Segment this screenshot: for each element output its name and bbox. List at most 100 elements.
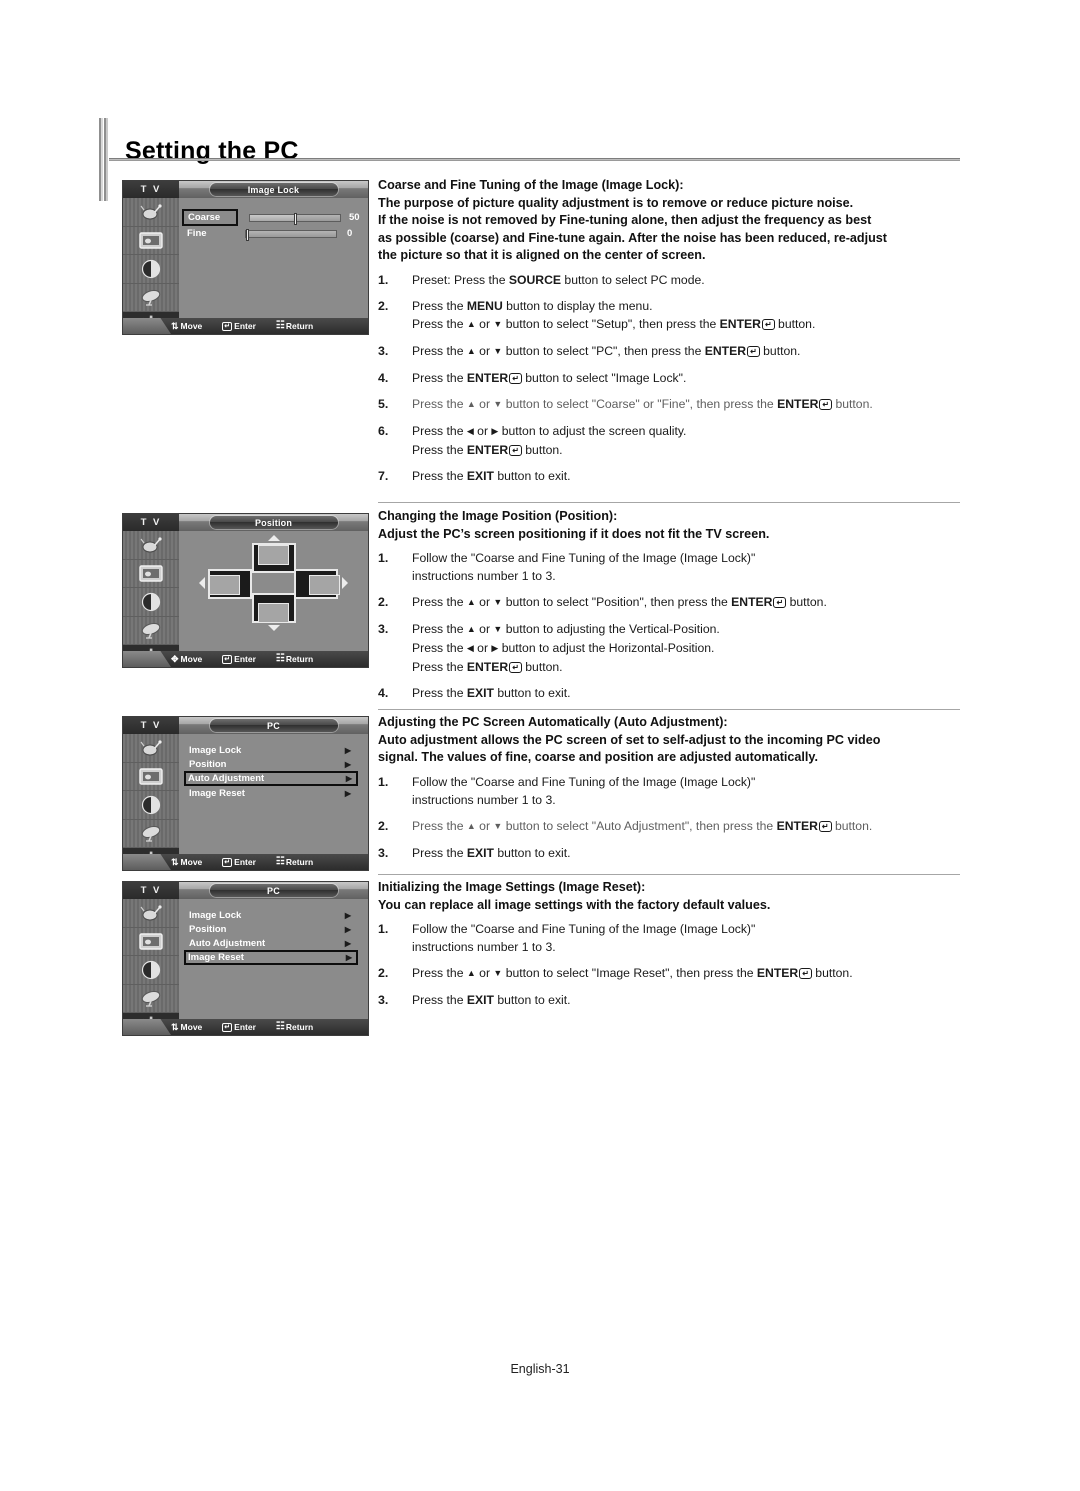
step-number: 3. — [378, 343, 389, 358]
step-number: 1. — [378, 922, 389, 937]
sound-icon[interactable] — [123, 588, 179, 617]
step-text: Press the EXIT button to exit. — [412, 686, 571, 701]
osd-tv-badge: T V — [123, 181, 179, 198]
menu-item-label: Image Reset — [188, 952, 244, 963]
osd-return-hint[interactable]: ☷ Return — [276, 654, 314, 665]
channel-dish-icon[interactable] — [123, 284, 179, 313]
picture-icon[interactable] — [123, 227, 179, 256]
osd-row-fine[interactable]: Fine 0 — [187, 228, 352, 241]
menu-item-position[interactable]: Position ▶ — [187, 758, 355, 771]
osd-move-hint[interactable]: ✥ Move — [171, 654, 202, 664]
input-source-icon[interactable] — [123, 531, 179, 560]
menu-item-label: Position — [189, 924, 227, 935]
osd-body-pc-menu: Image Lock ▶ Position ▶ Auto Adjustment … — [179, 899, 368, 1019]
fine-slider[interactable] — [245, 228, 337, 241]
osd-row-coarse[interactable]: Coarse 50 — [182, 209, 360, 226]
sound-icon[interactable] — [123, 956, 179, 985]
osd-move-label: Move — [180, 321, 203, 331]
osd-bottom-bar: ✥ Move ↵ Enter ☷ Return — [123, 651, 368, 667]
input-source-icon[interactable] — [123, 198, 179, 227]
osd-return-hint[interactable]: ☷ Return — [276, 857, 314, 868]
enter-icon: ↵ — [222, 654, 233, 664]
osd-bottom-notch — [123, 318, 171, 334]
picture-icon[interactable] — [123, 560, 179, 589]
step-number: 2. — [378, 966, 389, 981]
osd-return-hint[interactable]: ☷ Return — [276, 321, 314, 332]
menu-item-image-reset[interactable]: Image Reset ▶ — [184, 950, 358, 965]
menu-item-position[interactable]: Position ▶ — [187, 923, 355, 936]
step-line: Follow the "Coarse and Fine Tuning of th… — [412, 551, 756, 566]
osd-enter-hint[interactable]: ↵ Enter — [222, 1022, 256, 1032]
section-intro-line: the picture so that it is aligned on the… — [378, 248, 706, 263]
osd-panel-position: T V Position ✥ Move ↵ Enter ☷ Return — [122, 513, 369, 668]
menu-item-auto-adjustment[interactable]: Auto Adjustment ▶ — [187, 937, 355, 950]
up-down-arrows-icon: ⇅ — [171, 1021, 179, 1032]
step-text: Press the ▲ or ▼ button to select "Coars… — [412, 396, 873, 411]
osd-topbar: T V Image Lock — [123, 181, 368, 198]
sound-icon[interactable] — [123, 255, 179, 284]
osd-row-label: Fine — [187, 228, 207, 239]
osd-move-hint[interactable]: ⇅ Move — [171, 857, 202, 867]
step-text: Press the ENTER ↵ button to select "Image… — [412, 370, 687, 385]
osd-title-wrap: PC — [179, 717, 368, 734]
menu-item-label: Image Lock — [189, 910, 242, 921]
menu-item-label: Position — [189, 759, 227, 770]
osd-body-image-lock: Coarse 50 Fine 0 — [179, 198, 368, 318]
picture-icon[interactable] — [123, 763, 179, 792]
step-number: 3. — [378, 845, 389, 860]
step-number: 2. — [378, 818, 389, 833]
menu-item-image-reset[interactable]: Image Reset ▶ — [187, 787, 355, 800]
coarse-slider[interactable] — [249, 212, 341, 225]
step-item: 2. Press the MENU button to display the … — [378, 298, 963, 334]
osd-return-label: Return — [285, 654, 314, 664]
osd-enter-label: Enter — [234, 1022, 256, 1032]
osd-return-label: Return — [285, 857, 314, 867]
position-up-card[interactable] — [252, 543, 296, 573]
coarse-slider-knob[interactable] — [293, 212, 297, 225]
menu-item-image-lock[interactable]: Image Lock ▶ — [187, 744, 355, 757]
up-down-arrows-icon: ⇅ — [171, 320, 179, 331]
position-left-card[interactable] — [208, 569, 252, 599]
step-text: Press the ▲ or ▼ button to select "Image… — [412, 966, 853, 981]
osd-enter-hint[interactable]: ↵ Enter — [222, 857, 256, 867]
step-text: Preset: Press the SOURCE button to selec… — [412, 272, 705, 287]
menu-item-auto-adjustment[interactable]: Auto Adjustment ▶ — [184, 771, 358, 786]
section-heading: Changing the Image Position (Position): — [378, 509, 618, 523]
section-intro-line: Auto adjustment allows the PC screen of … — [378, 732, 881, 747]
osd-bottom-bar: ⇅ Move ↵ Enter ☷ Return — [123, 318, 368, 334]
osd-return-label: Return — [285, 321, 314, 331]
osd-move-hint[interactable]: ⇅ Move — [171, 321, 202, 331]
chevron-right-icon: ▶ — [344, 911, 351, 920]
return-icon: ☷ — [275, 1021, 285, 1032]
step-line: instructions number 1 to 3. — [412, 940, 556, 955]
section-intro-line: You can replace all image settings with … — [378, 897, 771, 912]
picture-icon[interactable] — [123, 928, 179, 957]
osd-bottom-notch — [123, 651, 171, 667]
osd-enter-hint[interactable]: ↵ Enter — [222, 321, 256, 331]
position-down-arrow-icon — [268, 625, 280, 631]
position-down-card[interactable] — [252, 593, 296, 623]
chevron-right-icon: ▶ — [345, 774, 352, 783]
channel-dish-icon[interactable] — [123, 617, 179, 646]
input-source-icon[interactable] — [123, 899, 179, 928]
osd-bottom-notch — [123, 1019, 171, 1035]
sound-icon[interactable] — [123, 791, 179, 820]
channel-dish-icon[interactable] — [123, 985, 179, 1014]
osd-return-hint[interactable]: ☷ Return — [275, 1021, 313, 1033]
channel-dish-icon[interactable] — [123, 820, 179, 849]
step-text: Press the ▲ or ▼ button to select "PC", … — [412, 343, 801, 358]
osd-move-label: Move — [180, 857, 203, 867]
osd-enter-hint[interactable]: ↵ Enter — [222, 654, 256, 664]
menu-item-image-lock[interactable]: Image Lock ▶ — [187, 909, 355, 922]
osd-topbar: T V Position — [123, 514, 368, 531]
step-text: Follow the "Coarse and Fine Tuning of th… — [412, 921, 963, 956]
fine-slider-knob[interactable] — [246, 228, 249, 241]
osd-move-hint[interactable]: ⇅ Move — [171, 1022, 202, 1032]
section-intro-line: If the noise is not removed by Fine-tuni… — [378, 213, 872, 228]
osd-title: PC — [209, 719, 338, 732]
menu-item-label: Image Reset — [189, 788, 245, 799]
input-source-icon[interactable] — [123, 734, 179, 763]
step-item: 2. Press the ▲ or ▼ button to select "Au… — [378, 818, 963, 836]
position-right-arrow-icon — [342, 577, 348, 589]
position-right-card[interactable] — [294, 569, 340, 599]
